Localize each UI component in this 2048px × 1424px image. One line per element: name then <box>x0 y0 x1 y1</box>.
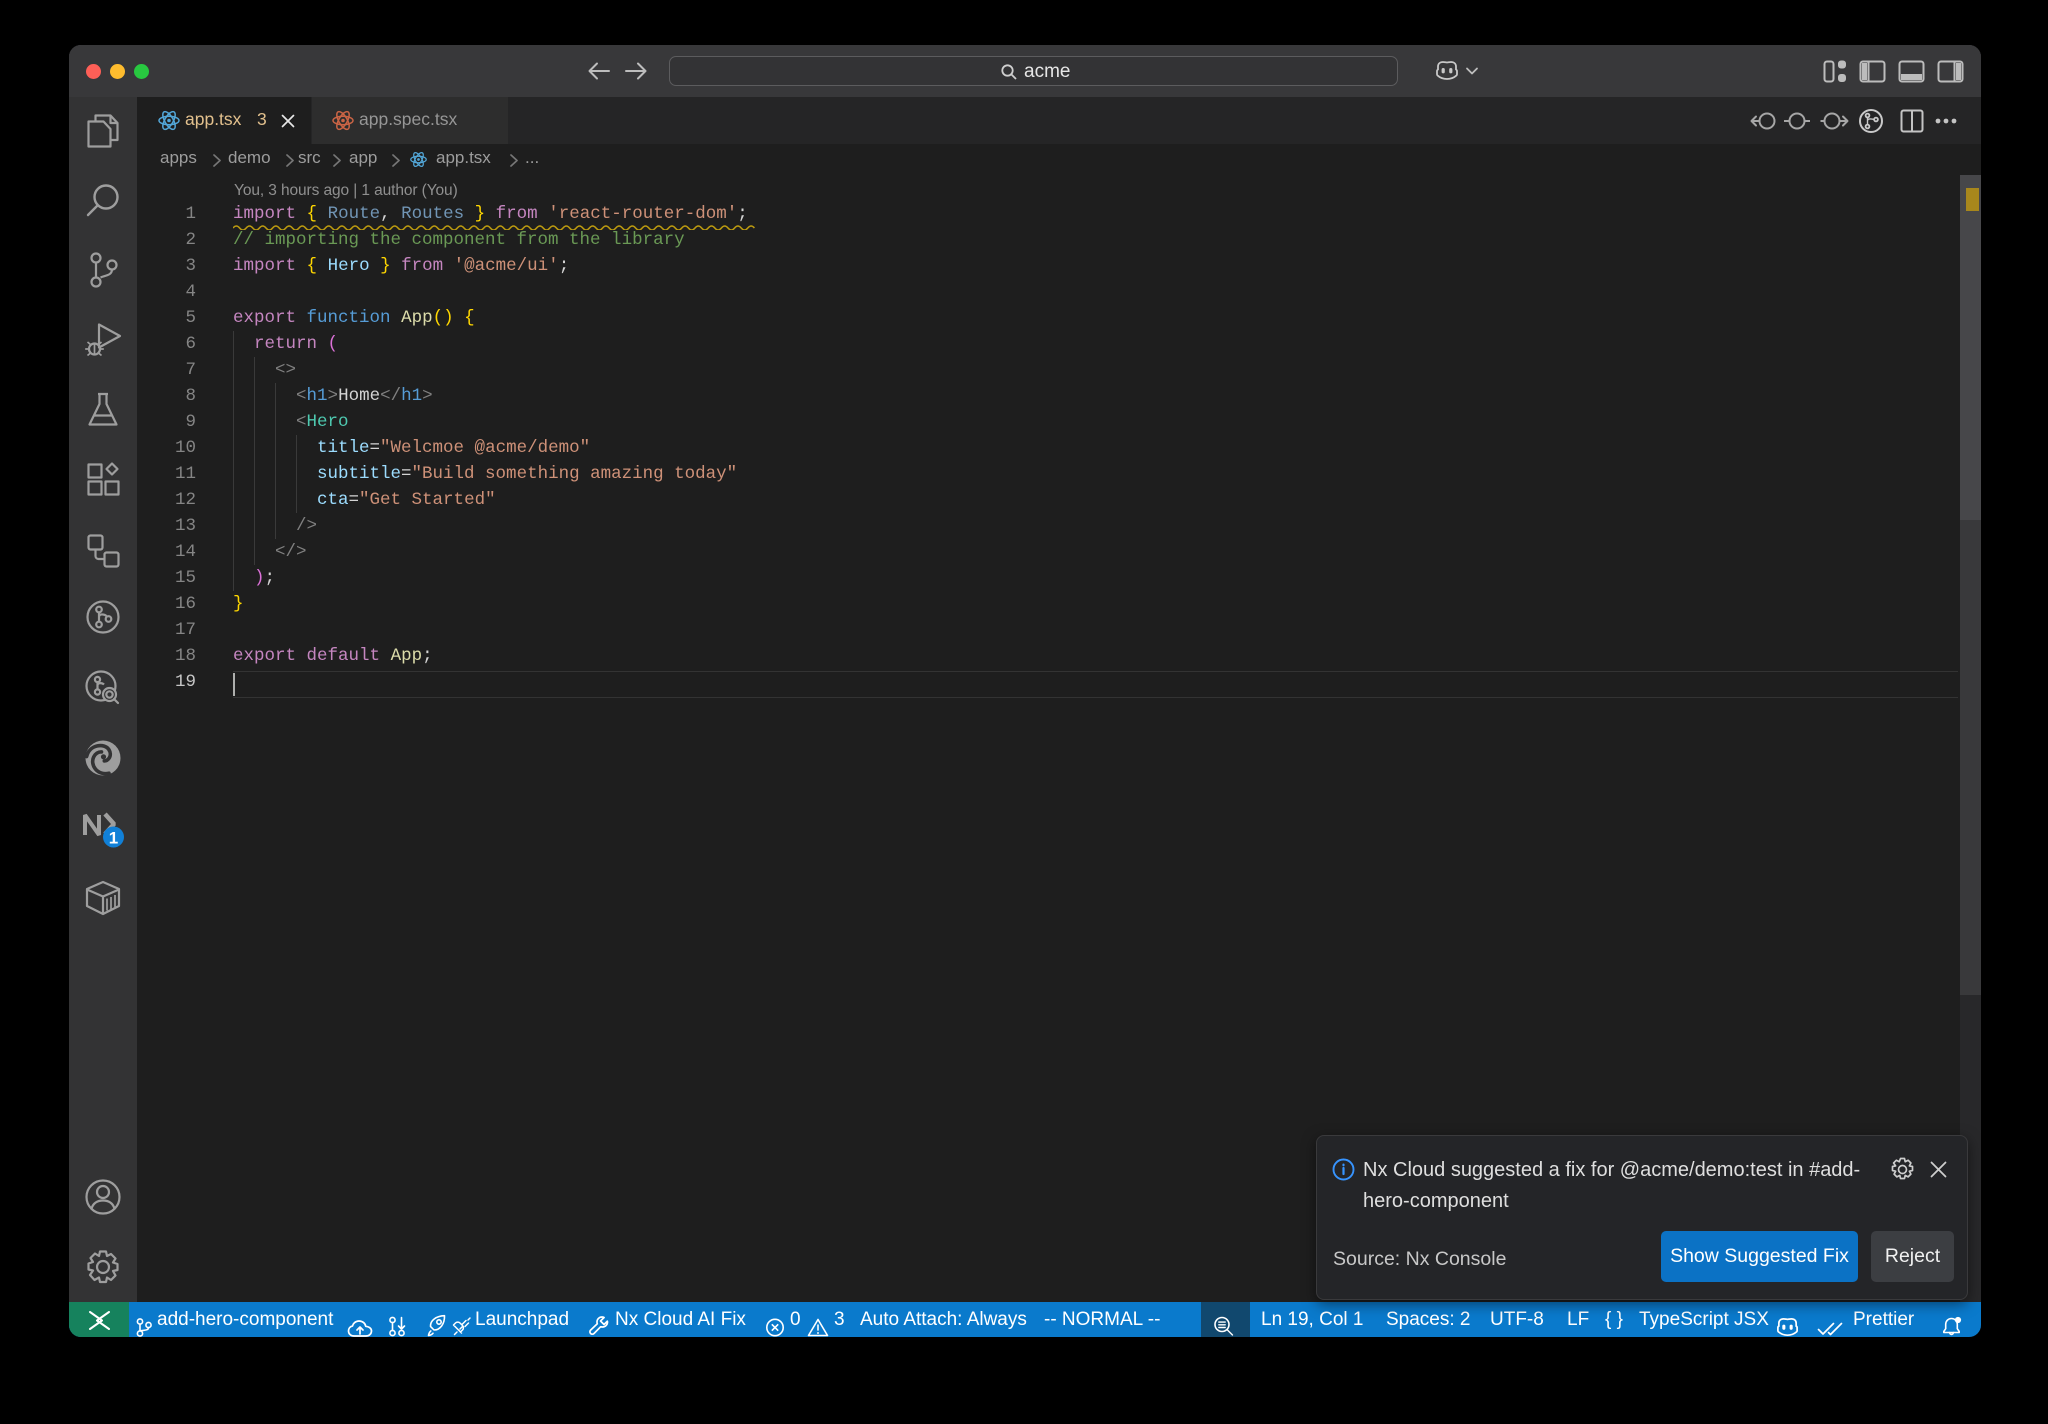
svg-text:1: 1 <box>109 829 118 848</box>
